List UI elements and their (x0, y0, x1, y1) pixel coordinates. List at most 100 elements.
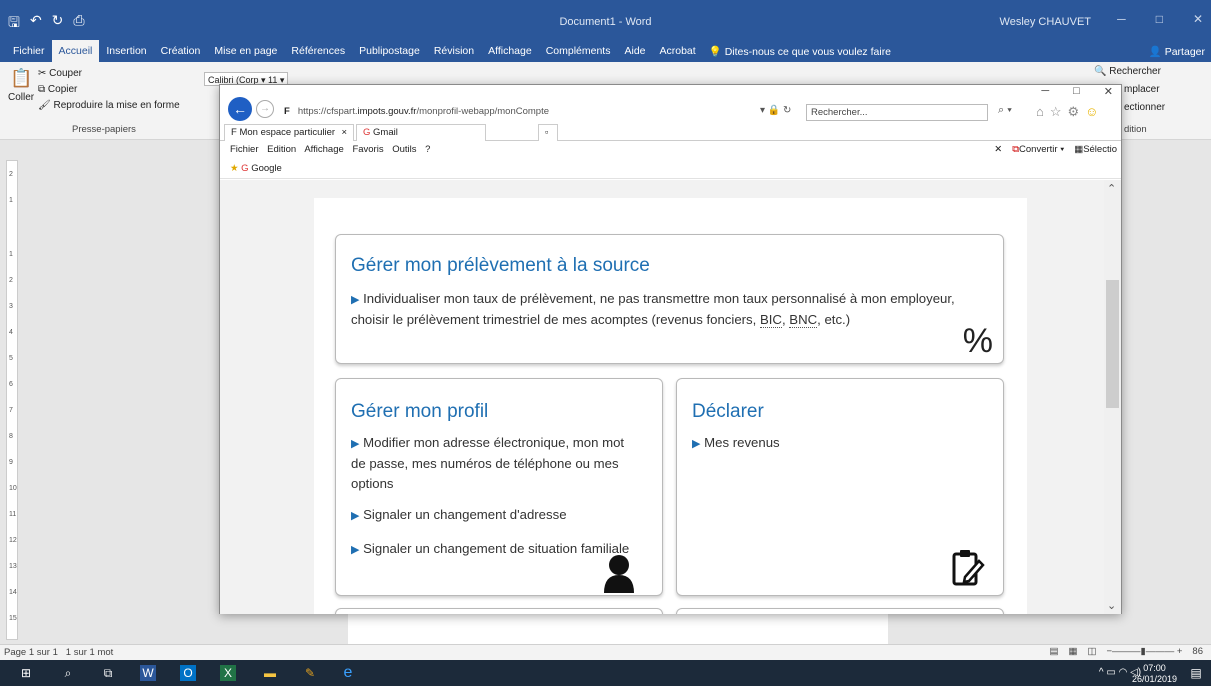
tab-publipostage[interactable]: Publipostage (352, 40, 427, 62)
taskbar-clock[interactable]: 07:00 26/01/2019 (1132, 663, 1177, 685)
new-tab-button[interactable]: ▫ (538, 124, 558, 141)
scroll-up-icon[interactable]: ⌃ (1107, 182, 1116, 195)
select-button[interactable]: ▦Sélectio (1074, 141, 1117, 159)
tab-mon-espace[interactable]: F Mon espace particulier × (224, 124, 354, 141)
card-declarer[interactable]: Déclarer ▶ Mes revenus (676, 378, 1004, 596)
card-text: options (351, 476, 394, 491)
close-bar-icon[interactable]: ✕ (994, 141, 1002, 159)
tab-references[interactable]: Références (284, 40, 352, 62)
ruler-mark: 1 (9, 251, 13, 258)
home-icon[interactable]: ⌂ (1036, 104, 1044, 120)
tab-acrobat[interactable]: Acrobat (653, 40, 703, 62)
declare-link-revenus[interactable]: ▶ Mes revenus (692, 433, 997, 454)
status-right: ▤ ▦ ◫ −———▮——— + 86 (1050, 646, 1204, 657)
notifications-icon[interactable]: ▤ (1188, 665, 1204, 681)
minimize-icon[interactable]: ─ (1117, 12, 1126, 26)
word-app-icon[interactable]: W (140, 665, 156, 681)
paint-app-icon[interactable]: ✎ (302, 665, 318, 681)
replace-button[interactable]: mplacer (1124, 84, 1160, 95)
card-prelevement[interactable]: Gérer mon prélèvement à la source ▶ Indi… (335, 234, 1004, 364)
user-name[interactable]: Wesley CHAUVET (1000, 16, 1091, 28)
card-profil[interactable]: Gérer mon profil ▶ Modifier mon adresse … (335, 378, 663, 596)
close-icon[interactable]: ✕ (1104, 85, 1113, 98)
dropdown-icon[interactable]: ▾ (760, 105, 765, 116)
convert-button[interactable]: ⧉Convertir ▾ (1012, 141, 1064, 159)
tab-affichage[interactable]: Affichage (481, 40, 539, 62)
menu-outils[interactable]: Outils (392, 144, 416, 155)
tab-mise-en-page[interactable]: Mise en page (207, 40, 284, 62)
document-page[interactable] (348, 610, 888, 644)
tab-accueil[interactable]: Accueil (51, 40, 100, 62)
smiley-feedback-icon[interactable]: ☺ (1085, 104, 1098, 120)
zoom-level[interactable]: 86 (1192, 646, 1203, 657)
minimize-icon[interactable]: ─ (1041, 85, 1049, 98)
tab-creation[interactable]: Création (154, 40, 208, 62)
web-layout-icon[interactable]: ◫ (1087, 646, 1096, 657)
search-icon[interactable]: ⌕ (60, 665, 76, 681)
favorite-google[interactable]: G Google (241, 163, 282, 174)
forward-arrow-icon[interactable]: → (256, 100, 274, 118)
card-next-right[interactable] (676, 608, 1004, 614)
tell-me-search[interactable]: 💡 Dites-nous ce que vous voulez faire (709, 45, 891, 58)
refresh-icon[interactable]: ↻ (783, 105, 791, 116)
vertical-scrollbar[interactable]: ⌃ ⌄ (1104, 180, 1121, 614)
tab-fichier[interactable]: Fichier (6, 40, 52, 62)
page-count[interactable]: Page 1 sur 1 (4, 647, 58, 658)
card-title[interactable]: Gérer mon prélèvement à la source (351, 255, 650, 277)
search-icon[interactable]: ⌕ ▾ (998, 104, 1012, 117)
menu-fichier[interactable]: Fichier (230, 144, 259, 155)
restore-icon[interactable]: □ (1156, 12, 1163, 26)
back-arrow-icon[interactable]: ← (228, 97, 252, 121)
select-button[interactable]: ectionner (1124, 102, 1165, 113)
find-button[interactable]: 🔍 Rechercher (1094, 66, 1161, 77)
windows-start-icon[interactable]: ⊞ (18, 665, 34, 681)
favorites-star-icon[interactable]: ★ (230, 163, 239, 174)
menu-help[interactable]: ? (425, 144, 430, 155)
tab-insertion[interactable]: Insertion (99, 40, 153, 62)
vertical-ruler: 2 1 1 2 3 4 5 6 7 8 9 10 11 12 13 14 15 (6, 160, 18, 640)
card-title[interactable]: Gérer mon profil (351, 401, 488, 423)
share-button[interactable]: 👤 Partager (1149, 45, 1205, 58)
tab-gmail[interactable]: G Gmail (356, 124, 486, 141)
browser-menu-bar: Fichier Edition Affichage Favoris Outils… (220, 141, 1121, 159)
profile-link-contact[interactable]: ▶ Modifier mon adresse électronique, mon… (351, 433, 656, 494)
tab-close-icon[interactable]: × (341, 125, 347, 141)
maximize-icon[interactable]: □ (1073, 85, 1080, 98)
scroll-down-icon[interactable]: ⌄ (1107, 599, 1116, 612)
taskbar: ⊞ ⌕ ⧉ W O X ▬ ✎ e ^ ▭ ◠ ◁) 07:00 26/01/20… (0, 660, 1211, 686)
internet-explorer-icon[interactable]: e (340, 665, 356, 681)
excel-app-icon[interactable]: X (220, 665, 236, 681)
card-next-left[interactable] (335, 608, 663, 614)
word-count[interactable]: 1 sur 1 mot (66, 647, 114, 658)
format-painter-button[interactable]: 🖌 Reproduire la mise en forme (38, 100, 180, 111)
file-explorer-icon[interactable]: ▬ (262, 665, 278, 681)
close-icon[interactable]: ✕ (1193, 12, 1203, 26)
menu-affichage[interactable]: Affichage (304, 144, 343, 155)
zoom-slider[interactable]: −———▮——— + (1106, 646, 1182, 657)
copy-button[interactable]: ⧉ Copier (38, 84, 77, 95)
card-description[interactable]: ▶ Individualiser mon taux de prélèvement… (351, 289, 1001, 330)
print-layout-icon[interactable]: ▦ (1068, 646, 1077, 657)
task-view-icon[interactable]: ⧉ (100, 665, 116, 681)
bic-abbr: BIC (759, 312, 782, 328)
menu-edition[interactable]: Edition (267, 144, 296, 155)
tab-complements[interactable]: Compléments (539, 40, 618, 62)
outlook-app-icon[interactable]: O (180, 665, 196, 681)
paste-button[interactable]: Coller (8, 92, 34, 103)
tab-revision[interactable]: Révision (427, 40, 481, 62)
tab-label: Gmail (373, 127, 398, 138)
url-field[interactable]: Fhttps://cfspart.impots.gouv.fr/monprofi… (280, 103, 800, 121)
card-title[interactable]: Déclarer (692, 401, 764, 423)
favorites-star-icon[interactable]: ☆ (1050, 104, 1062, 120)
menu-favoris[interactable]: Favoris (352, 144, 383, 155)
lock-icon[interactable]: 🔒 (768, 105, 780, 116)
cut-button[interactable]: ✂ Couper (38, 68, 82, 79)
paste-icon[interactable]: 📋 (10, 68, 32, 89)
tab-aide[interactable]: Aide (617, 40, 652, 62)
profile-link-address[interactable]: ▶ Signaler un changement d'adresse (351, 505, 656, 526)
read-mode-icon[interactable]: ▤ (1050, 646, 1059, 657)
settings-gear-icon[interactable]: ⚙ (1068, 104, 1080, 120)
scrollbar-thumb[interactable] (1106, 280, 1119, 408)
browser-search-input[interactable]: Rechercher... (806, 104, 988, 121)
url-actions: ▾ 🔒 ↻ (760, 105, 791, 116)
